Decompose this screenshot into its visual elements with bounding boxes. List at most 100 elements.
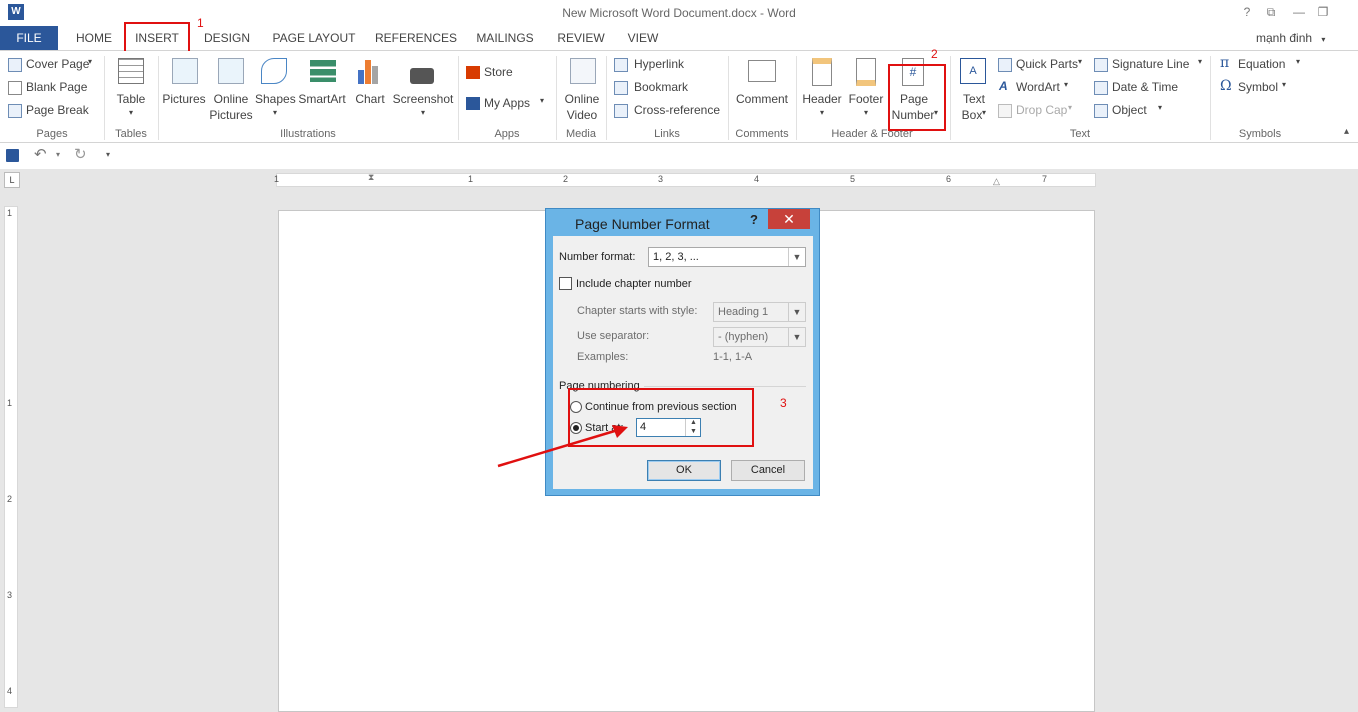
undo-dropdown-icon[interactable]: ▾ <box>56 150 60 159</box>
screenshot-button[interactable]: Screenshot ▾ <box>392 56 454 122</box>
ruler-number: 6 <box>946 174 952 184</box>
chevron-down-icon: ▾ <box>1068 103 1073 112</box>
minimize-button[interactable]: — <box>1288 3 1310 21</box>
repeat-icon[interactable]: ↻ <box>74 145 87 163</box>
pi-icon: π <box>1220 55 1230 71</box>
tab-page-layout[interactable]: PAGE LAYOUT <box>266 26 362 50</box>
number-format-label: Number format: <box>559 251 636 263</box>
horizontal-ruler[interactable] <box>276 173 1096 187</box>
wordart-icon: A <box>999 79 1008 93</box>
include-chapter-label: Include chapter number <box>576 278 692 290</box>
tab-file[interactable]: FILE <box>0 26 58 50</box>
footer-button[interactable]: Footer ▾ <box>844 56 888 122</box>
calendar-icon <box>1094 81 1108 95</box>
group-label-tables: Tables <box>115 128 147 140</box>
user-account[interactable]: mạnh đinh ▾ <box>1238 26 1358 50</box>
chevron-down-icon: ▾ <box>420 108 425 117</box>
help-button[interactable]: ? <box>1236 3 1258 21</box>
chevron-down-icon: ▾ <box>982 108 987 117</box>
quick-access-toolbar <box>0 143 1358 169</box>
section-divider <box>644 386 806 387</box>
restore-button[interactable]: ❐ <box>1312 3 1334 21</box>
number-format-select[interactable]: 1, 2, 3, ... ▼ <box>648 247 806 267</box>
object-icon <box>1094 104 1108 118</box>
cross-reference-label: Cross-reference <box>634 103 721 117</box>
separator-select[interactable]: - (hyphen) ▼ <box>713 327 806 347</box>
user-name: mạnh đinh <box>1256 31 1313 45</box>
chevron-down-icon: ▾ <box>1198 57 1203 66</box>
signature-icon <box>1094 58 1108 72</box>
chevron-down-icon: ▾ <box>128 108 133 117</box>
text-box-button[interactable]: A Text Box ▾ <box>954 56 994 122</box>
table-button[interactable]: Table ▾ <box>108 56 154 122</box>
online-video-button[interactable]: Online Video <box>560 56 604 122</box>
annotation-step1: 1 <box>197 16 204 30</box>
indent-marker-icon[interactable]: ⧗ <box>368 172 374 183</box>
dialog-close-button[interactable]: ✕ <box>768 209 810 229</box>
tab-home[interactable]: HOME <box>66 26 122 50</box>
header-label: Header <box>802 92 842 106</box>
store-icon <box>466 66 480 79</box>
save-icon[interactable] <box>6 149 19 162</box>
customize-toolbar-icon[interactable]: ▾ <box>106 150 110 159</box>
collapse-ribbon-icon[interactable]: ▴ <box>1344 126 1349 137</box>
comment-label: Comment <box>735 92 788 106</box>
page-break-label: Page Break <box>26 103 89 117</box>
comment-button[interactable]: Comment <box>732 56 792 122</box>
group-label-links: Links <box>654 128 680 140</box>
group-label-text: Text <box>1069 128 1091 140</box>
ruler-number: 4 <box>754 174 760 184</box>
ribbon-display-button[interactable]: ⧉ <box>1260 3 1282 21</box>
footer-icon <box>856 58 876 86</box>
drop-cap-label: Drop Cap <box>1016 103 1068 117</box>
tab-mailings[interactable]: MAILINGS <box>470 26 540 50</box>
tab-selector-icon[interactable]: L <box>4 172 20 188</box>
right-indent-marker-icon[interactable]: △ <box>993 176 1000 187</box>
include-chapter-checkbox[interactable] <box>559 277 572 290</box>
shapes-button[interactable]: Shapes ▾ <box>255 56 296 122</box>
cancel-button[interactable]: Cancel <box>731 460 805 481</box>
screenshot-label: Screenshot <box>392 92 454 106</box>
chevron-down-icon: ▼ <box>788 303 805 321</box>
omega-icon: Ω <box>1220 78 1232 94</box>
blank-page-label: Blank Page <box>26 80 88 94</box>
page-break-icon <box>8 104 22 118</box>
cover-page-icon <box>8 58 22 72</box>
ok-button[interactable]: OK <box>647 460 721 481</box>
dialog-help-button[interactable]: ? <box>750 212 758 227</box>
chevron-down-icon: ▾ <box>819 108 824 117</box>
chart-button[interactable]: Chart <box>350 56 390 122</box>
shapes-icon <box>261 58 287 84</box>
date-time-label: Date & Time <box>1112 80 1179 94</box>
chapter-style-select[interactable]: Heading 1 ▼ <box>713 302 806 322</box>
vruler-number: 2 <box>7 494 13 504</box>
annotation-arrow <box>497 425 628 468</box>
tab-view[interactable]: VIEW <box>616 26 670 50</box>
separator-label: Use separator: <box>577 330 650 342</box>
group-label-apps: Apps <box>494 128 520 140</box>
footer-label: Footer <box>848 92 884 106</box>
vertical-ruler[interactable] <box>4 206 18 708</box>
online-pictures-label-1: Online <box>213 92 249 106</box>
header-button[interactable]: Header ▾ <box>800 56 844 122</box>
blank-page-icon <box>8 81 22 95</box>
pictures-button[interactable]: Pictures <box>162 56 206 122</box>
chapter-style-value: Heading 1 <box>718 306 769 318</box>
online-pictures-button[interactable]: Online Pictures <box>208 56 254 122</box>
annotation-step3: 3 <box>780 396 787 410</box>
separator-value: - (hyphen) <box>718 331 769 343</box>
smartart-button[interactable]: SmartArt <box>296 56 348 122</box>
chevron-down-icon: ▾ <box>1321 35 1326 44</box>
tab-review[interactable]: REVIEW <box>552 26 610 50</box>
online-pictures-icon <box>218 58 244 84</box>
chevron-down-icon: ▾ <box>1282 80 1287 89</box>
store-label: Store <box>484 65 513 79</box>
undo-icon[interactable]: ↶ <box>34 145 47 163</box>
group-label-symbols: Symbols <box>1238 128 1282 140</box>
vruler-number: 1 <box>7 398 13 408</box>
tab-references[interactable]: REFERENCES <box>372 26 460 50</box>
vruler-number: 1 <box>7 208 13 218</box>
tab-design[interactable]: DESIGN <box>198 26 256 50</box>
quick-parts-label: Quick Parts <box>1016 57 1079 71</box>
object-label: Object <box>1112 103 1147 117</box>
